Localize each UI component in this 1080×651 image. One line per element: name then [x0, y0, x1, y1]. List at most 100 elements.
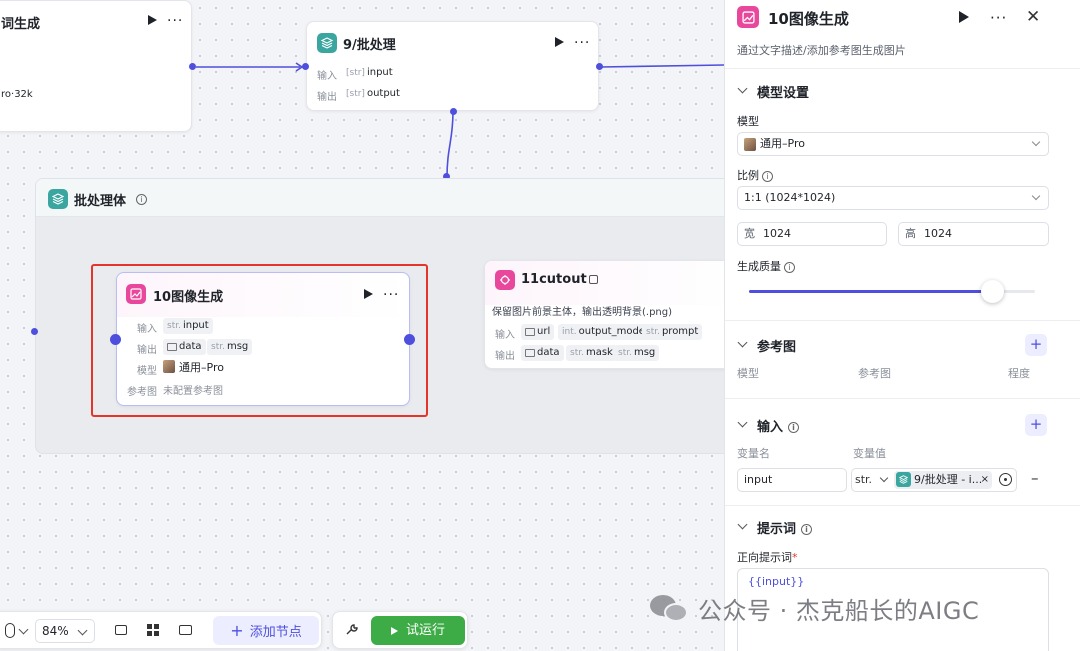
chevron-down-icon	[77, 625, 88, 636]
quality-label-text: 生成质量	[737, 260, 781, 273]
minimap-icon[interactable]	[179, 625, 192, 635]
height-input[interactable]: 高 1024	[898, 222, 1049, 246]
chevron-down-icon[interactable]	[18, 624, 29, 635]
input-port[interactable]	[110, 334, 121, 345]
input-port[interactable]	[302, 63, 309, 70]
batch-body-port[interactable]	[450, 108, 457, 115]
ref-col-model: 模型	[737, 367, 759, 380]
node-cutout[interactable]: 11cutout 保留图片前景主体，输出透明背景(.png) 输入 url in…	[484, 260, 744, 369]
remove-var-button[interactable]: –	[1031, 469, 1039, 487]
type-tag: str.	[618, 348, 632, 358]
ratio-label-text: 比例	[737, 169, 759, 182]
var-name: input	[366, 67, 393, 78]
chevron-down-icon[interactable]	[737, 417, 748, 428]
width-input[interactable]: 宽 1024	[737, 222, 887, 246]
more-icon[interactable]: ···	[990, 11, 1007, 26]
image-gen-icon	[126, 284, 146, 304]
node-title: 词生成	[1, 17, 41, 32]
var-type[interactable]: str.	[855, 473, 872, 486]
quality-slider-track[interactable]	[749, 280, 1035, 303]
chevron-down-icon	[1031, 137, 1041, 147]
output-label: 输出	[495, 351, 515, 362]
model-value: 通用–Pro	[760, 137, 805, 150]
input-section-title[interactable]: 输入 i	[757, 416, 800, 435]
close-icon[interactable]: ✕	[1026, 7, 1040, 27]
image-icon	[525, 328, 535, 336]
remove-ref-icon[interactable]: ×	[981, 471, 989, 489]
node-batch[interactable]: 9/批处理 ··· 输入 [str] input 输出 [str] output	[306, 21, 599, 111]
output-port[interactable]	[404, 334, 415, 345]
group-input-port[interactable]	[31, 328, 38, 335]
more-icon[interactable]: ···	[574, 36, 590, 50]
model-select[interactable]: 通用–Pro	[737, 132, 1049, 156]
run-node-icon[interactable]	[555, 37, 564, 47]
target-icon[interactable]	[999, 473, 1012, 486]
run-node-icon[interactable]	[959, 11, 969, 23]
ref-col-image: 参考图	[858, 367, 891, 380]
var-name: output_mode	[578, 326, 645, 337]
var-name-input[interactable]: input	[737, 468, 847, 492]
run-node-icon[interactable]	[148, 15, 157, 25]
mouse-icon[interactable]	[5, 623, 15, 638]
info-icon: i	[784, 261, 795, 273]
quality-label: 生成质量 i	[737, 258, 795, 274]
layout-icon[interactable]	[147, 624, 159, 636]
output-data-chip: data	[163, 339, 206, 355]
run-node-icon[interactable]	[364, 289, 373, 299]
var-name: mask	[585, 347, 613, 358]
add-input-button[interactable]: +	[1025, 414, 1047, 436]
node-title: 11cutout	[521, 272, 587, 287]
width-value: 1024	[763, 227, 791, 240]
type-tag: str.	[646, 327, 660, 337]
input-mode-chip: int. output_mode	[558, 324, 649, 340]
zoom-select[interactable]: 84%	[35, 619, 95, 643]
more-icon[interactable]: ···	[383, 288, 399, 302]
output-label: 输出	[317, 92, 337, 103]
var-name: data	[179, 341, 202, 352]
ratio-select[interactable]: 1:1 (1024*1024)	[737, 186, 1049, 210]
node-title: 10图像生成	[153, 290, 224, 305]
var-name: input	[182, 320, 209, 331]
divider	[725, 68, 1080, 69]
type-tag: [str]	[346, 89, 365, 99]
height-label: 高	[905, 227, 916, 240]
var-value-input[interactable]: str. 9/批处理 - i... ×	[851, 468, 1017, 492]
test-run-button[interactable]: 试运行	[371, 616, 465, 645]
info-icon: i	[788, 422, 800, 433]
output-data-chip: data	[521, 345, 564, 361]
output-port[interactable]	[189, 63, 196, 70]
output-port[interactable]	[596, 63, 603, 70]
chevron-down-icon[interactable]	[737, 519, 748, 530]
chevron-down-icon[interactable]	[737, 83, 748, 94]
image-gen-icon	[737, 6, 759, 28]
ref-section-title[interactable]: 参考图	[757, 336, 796, 355]
ratio-value: 1:1 (1024*1024)	[744, 191, 836, 204]
prompt-section-title[interactable]: 提示词 i	[757, 518, 813, 537]
wrench-icon[interactable]	[345, 623, 359, 637]
node-image-gen[interactable]: 10图像生成 ··· 输入 str. input 输出 data str. ms…	[116, 272, 410, 406]
more-icon[interactable]: ···	[167, 14, 183, 28]
model-section-title[interactable]: 模型设置	[757, 82, 809, 101]
type-tag: str.	[211, 342, 225, 352]
type-tag: str.	[167, 321, 181, 331]
add-node-button[interactable]: + 添加节点	[213, 616, 319, 645]
var-ref-text: 9/批处理 - i...	[914, 473, 983, 486]
chevron-down-icon[interactable]	[879, 473, 889, 483]
image-icon	[167, 343, 177, 351]
add-ref-button[interactable]: +	[1025, 334, 1047, 356]
model-value: 通用–Pro	[179, 361, 224, 374]
model-avatar	[744, 137, 756, 151]
var-name: output	[366, 88, 400, 99]
node-top-left[interactable]: 词生成 ··· ro·32k	[0, 0, 192, 132]
chevron-down-icon	[1031, 191, 1041, 201]
node-desc: 保留图片前景主体，输出透明背景(.png)	[492, 307, 673, 318]
var-ref-chip[interactable]: 9/批处理 - i... ×	[894, 471, 992, 489]
model-label: 模型	[737, 115, 759, 128]
wechat-icon	[650, 593, 690, 623]
quality-slider-thumb[interactable]	[981, 280, 1004, 303]
comment-icon[interactable]	[115, 625, 127, 635]
model-avatar	[163, 360, 175, 373]
ref-label: 参考图	[127, 387, 157, 398]
chevron-down-icon[interactable]	[737, 337, 748, 348]
type-tag: str.	[570, 348, 584, 358]
